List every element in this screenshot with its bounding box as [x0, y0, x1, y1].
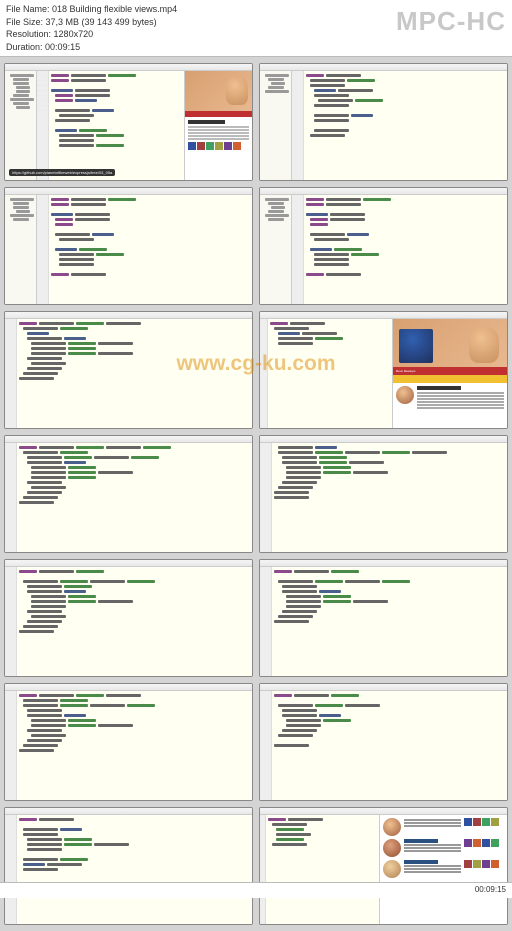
- video-thumbnail-12[interactable]: [259, 683, 508, 801]
- browser-preview-articles: [379, 815, 507, 924]
- filesize-label: File Size:: [6, 17, 43, 27]
- video-thumbnail-8[interactable]: [259, 435, 508, 553]
- thumb-grid: [464, 860, 504, 878]
- thumbnail-grid: https://github.com/planetoftheweb/expres…: [0, 57, 512, 931]
- article-row: [383, 818, 504, 836]
- article-title-2: [404, 860, 438, 864]
- video-thumbnail-5[interactable]: [4, 311, 253, 429]
- filename-label: File Name:: [6, 4, 50, 14]
- thumb-grid: [464, 839, 504, 857]
- browser-preview-meetups: Roux Meetups: [392, 319, 507, 428]
- thumb-grid: [464, 818, 504, 836]
- card-title: [417, 386, 461, 390]
- filename-value: 018 Building flexible views.mp4: [52, 4, 177, 14]
- status-bar: 00:09:15: [0, 882, 512, 898]
- nav-bar: Roux Meetups: [393, 367, 507, 375]
- video-thumbnail-9[interactable]: [4, 559, 253, 677]
- browser-preview: [184, 71, 252, 180]
- avatar: [396, 386, 414, 404]
- video-thumbnail-4[interactable]: [259, 187, 508, 305]
- app-title: MPC-HC: [396, 3, 506, 39]
- sidebar-title: [188, 120, 225, 124]
- file-info-header: MPC-HC File Name: 018 Building flexible …: [0, 0, 512, 57]
- avatar: [383, 818, 401, 836]
- video-thumbnail-7[interactable]: [4, 435, 253, 553]
- hero-image: [185, 71, 252, 111]
- line-gutter: [37, 71, 49, 180]
- resolution-label: Resolution:: [6, 29, 51, 39]
- article-title-1: [404, 839, 438, 843]
- video-thumbnail-3[interactable]: [4, 187, 253, 305]
- menu-bar: [5, 64, 252, 71]
- avatar: [383, 860, 401, 878]
- avatar: [383, 839, 401, 857]
- duration-label: Duration:: [6, 42, 43, 52]
- url-tooltip: https://github.com/planetoftheweb/expres…: [9, 169, 115, 176]
- resolution-value: 1280x720: [54, 29, 94, 39]
- video-thumbnail-14[interactable]: [259, 807, 508, 925]
- yellow-band: [393, 375, 507, 383]
- video-thumbnail-2[interactable]: [259, 63, 508, 181]
- code-editor: [49, 71, 184, 180]
- status-duration: 00:09:15: [475, 885, 506, 894]
- video-thumbnail-13[interactable]: [4, 807, 253, 925]
- duration-value: 00:09:15: [45, 42, 80, 52]
- article-row: [383, 839, 504, 857]
- artwork-grid: [188, 142, 249, 150]
- article-row: [383, 860, 504, 878]
- speaker-card: [393, 383, 507, 413]
- video-thumbnail-1[interactable]: https://github.com/planetoftheweb/expres…: [4, 63, 253, 181]
- file-tree: [5, 71, 37, 180]
- filesize-value: 37,3 MB (39 143 499 bytes): [46, 17, 157, 27]
- video-thumbnail-11[interactable]: [4, 683, 253, 801]
- video-thumbnail-6[interactable]: Roux Meetups: [259, 311, 508, 429]
- video-thumbnail-10[interactable]: [259, 559, 508, 677]
- hero-image: [393, 319, 507, 367]
